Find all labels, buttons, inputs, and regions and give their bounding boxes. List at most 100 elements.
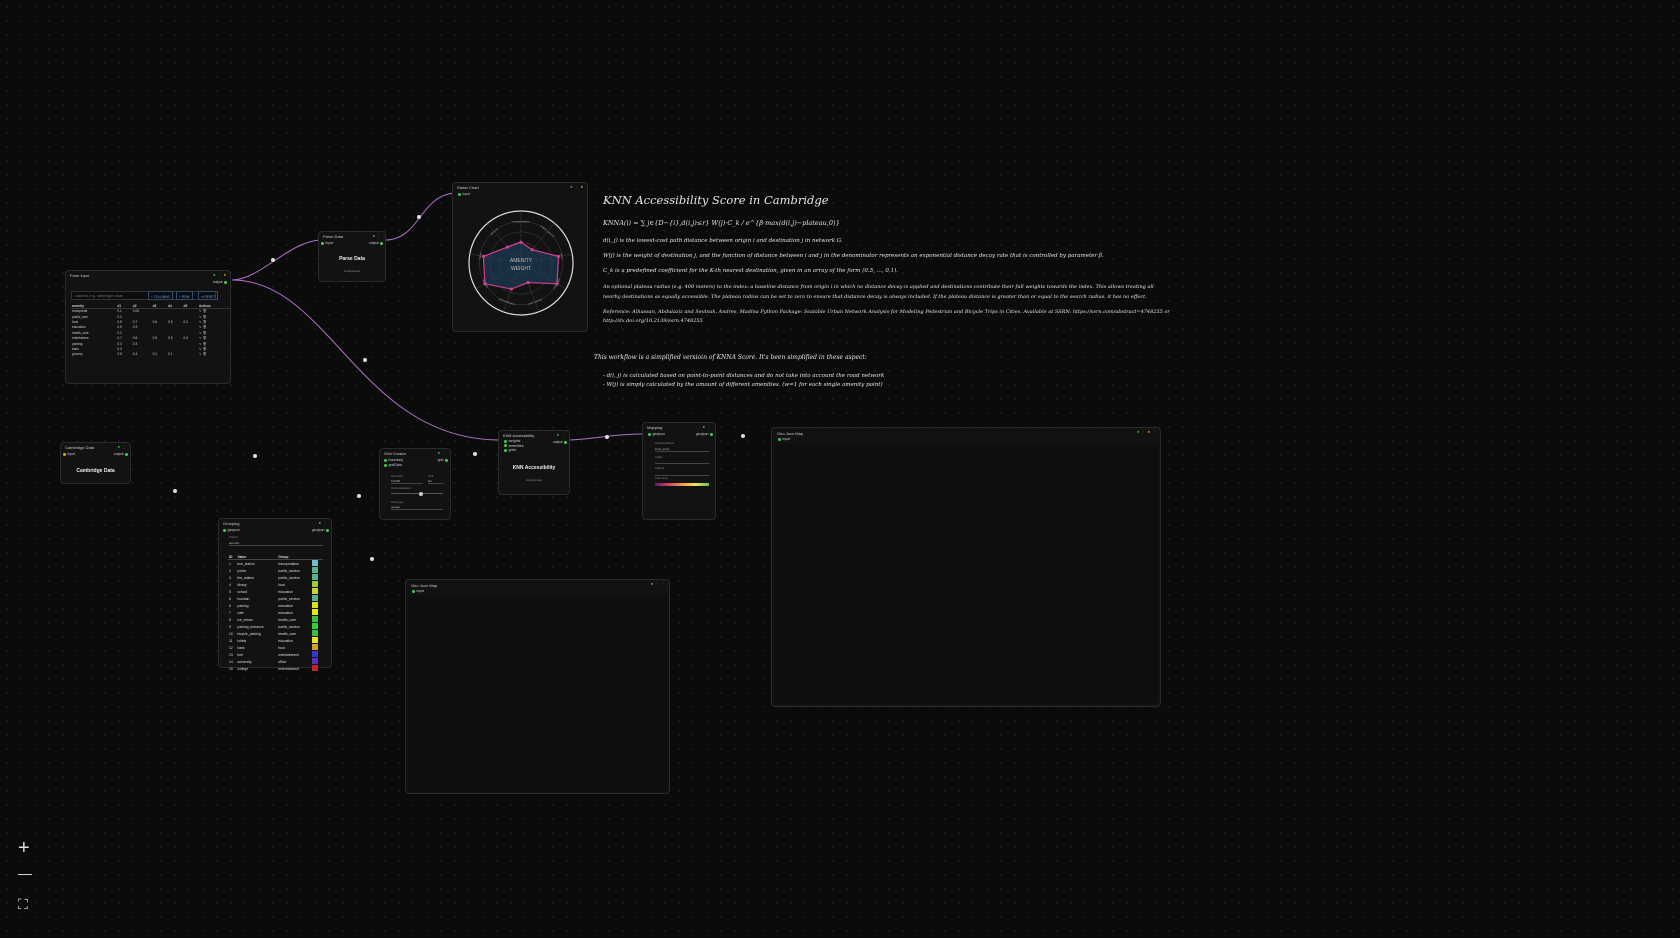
run-icon[interactable]: ● bbox=[438, 450, 440, 455]
port-dot-icon[interactable] bbox=[710, 432, 713, 436]
color-cell[interactable] bbox=[311, 602, 323, 609]
color-swatch[interactable] bbox=[312, 651, 319, 657]
run-icon[interactable]: ● bbox=[570, 184, 572, 189]
colors-field[interactable] bbox=[655, 461, 709, 464]
color-swatch[interactable] bbox=[312, 581, 319, 587]
menu-icon[interactable]: ⋮ bbox=[561, 432, 565, 437]
color-swatch[interactable] bbox=[312, 609, 319, 615]
wire-handle[interactable] bbox=[363, 358, 367, 362]
fit-view-button[interactable]: ⛶ bbox=[18, 897, 28, 911]
node-controls[interactable]: ● ⋮ ● bbox=[213, 272, 226, 277]
wire-handle[interactable] bbox=[357, 494, 361, 498]
menu-icon[interactable]: ⋮ bbox=[377, 233, 381, 238]
table-row[interactable]: 15 college entertainment bbox=[228, 665, 323, 672]
node-controls[interactable]: ● ⋮ bbox=[438, 450, 446, 455]
table-row[interactable]: 1 bus_station transportation bbox=[228, 560, 323, 568]
grouping-node[interactable]: Grouping ● ⋮ geojson geojson Column ameni… bbox=[218, 518, 332, 671]
run-icon[interactable]: ● bbox=[1137, 429, 1139, 434]
input-port-boundary[interactable]: boundary bbox=[384, 458, 403, 462]
table-row[interactable]: 10 bicycle_parking health_care bbox=[228, 630, 323, 637]
run-icon[interactable]: ● bbox=[118, 444, 120, 449]
output-port[interactable]: output bbox=[114, 452, 128, 456]
close-icon[interactable]: ⋮ bbox=[661, 581, 665, 586]
output-port[interactable]: geojson bbox=[696, 432, 713, 436]
port-dot-icon[interactable] bbox=[384, 458, 387, 462]
run-icon[interactable]: ● bbox=[319, 520, 321, 525]
port-dot-icon[interactable] bbox=[778, 437, 781, 441]
color-swatch[interactable] bbox=[312, 567, 319, 573]
port-dot-icon[interactable] bbox=[648, 432, 651, 436]
port-dot-icon[interactable] bbox=[223, 528, 226, 532]
column-search-input[interactable]: columns, e.g. name,type,value bbox=[71, 291, 216, 300]
color-cell[interactable] bbox=[311, 581, 323, 588]
color-cell[interactable] bbox=[311, 567, 323, 574]
reset-button[interactable]: ⟲ RESET bbox=[198, 291, 219, 300]
table-cell[interactable]: 0.2 bbox=[152, 352, 167, 357]
node-controls[interactable]: ● ⋮ bbox=[557, 432, 565, 437]
cambridge-data-node[interactable]: Cambridge Data ● ⋮ input output Cambridge… bbox=[60, 442, 131, 484]
port-dot-icon[interactable] bbox=[326, 528, 329, 532]
port-dot-icon[interactable] bbox=[224, 280, 227, 284]
input-port-weights[interactable]: weights bbox=[504, 439, 520, 443]
menu-icon[interactable]: ⋮ bbox=[707, 424, 711, 429]
color-cell[interactable] bbox=[311, 616, 323, 623]
wire-handle[interactable] bbox=[741, 434, 745, 438]
table-row[interactable]: 4 library food bbox=[228, 581, 323, 588]
wire-handle[interactable] bbox=[417, 215, 421, 219]
input-port[interactable]: input bbox=[778, 437, 790, 441]
run-icon[interactable]: ● bbox=[213, 272, 215, 277]
color-swatch[interactable] bbox=[312, 602, 319, 608]
table-row[interactable]: 11 toilets education bbox=[228, 637, 323, 644]
grid-type-select[interactable]: square bbox=[391, 505, 443, 510]
table-row[interactable]: 14 university office bbox=[228, 658, 323, 665]
knn-accessibility-node[interactable]: KNN Accessibility ● ⋮ weights amenities g… bbox=[498, 430, 570, 495]
grid-size-field[interactable]: 0.0200 bbox=[391, 479, 423, 484]
map-canvas[interactable] bbox=[408, 596, 667, 791]
node-controls[interactable]: ● ⋮ bbox=[319, 520, 327, 525]
table-row[interactable]: 2 police public_service bbox=[228, 567, 323, 574]
color-cell[interactable] bbox=[311, 658, 323, 665]
port-dot-icon[interactable] bbox=[412, 589, 415, 593]
input-port[interactable]: input bbox=[321, 241, 333, 245]
delete-icon[interactable]: 🗑 bbox=[202, 320, 207, 324]
input-port[interactable]: input bbox=[63, 452, 75, 456]
port-dot-icon[interactable] bbox=[504, 444, 507, 447]
output-port[interactable]: geojson bbox=[312, 528, 329, 532]
output-port[interactable]: grid bbox=[438, 458, 448, 462]
node-controls[interactable]: ● ⋮ bbox=[703, 424, 711, 429]
radar-chart-node[interactable]: Radar Chart ● ⋮ ● input transportation publ… bbox=[452, 182, 588, 332]
output-port[interactable]: output bbox=[553, 440, 567, 444]
color-cell[interactable] bbox=[311, 637, 323, 644]
node-controls[interactable]: ● ⋮ ⋮ bbox=[651, 581, 665, 586]
color-cell[interactable] bbox=[311, 665, 323, 672]
table-cell[interactable]: 0.1 bbox=[167, 352, 182, 357]
delete-icon[interactable]: 🗑 bbox=[202, 352, 207, 356]
wire-handle[interactable] bbox=[253, 454, 257, 458]
form-input-node[interactable]: Form Input ● ⋮ ● output columns, e.g. name… bbox=[65, 270, 231, 384]
attribute-select[interactable]: knna_score bbox=[655, 447, 709, 452]
delete-icon[interactable]: 🗑 bbox=[202, 331, 207, 335]
wire-handle[interactable] bbox=[473, 452, 477, 456]
port-dot-icon[interactable] bbox=[63, 452, 66, 456]
geojson-map-node-2[interactable]: Geo Json Map ● ⋮ ⋮ input bbox=[405, 579, 670, 794]
port-dot-icon[interactable] bbox=[445, 458, 448, 462]
color-ramp[interactable] bbox=[655, 483, 709, 486]
column-select[interactable]: amenity bbox=[229, 541, 323, 546]
color-swatch[interactable] bbox=[312, 630, 319, 636]
wire-handle[interactable] bbox=[605, 435, 609, 439]
port-dot-icon[interactable] bbox=[504, 439, 507, 443]
menu-icon[interactable]: ⋮ bbox=[575, 184, 579, 189]
menu-icon[interactable]: ⋮ bbox=[1142, 429, 1146, 434]
table-row[interactable]: 13 fuel entertainment bbox=[228, 651, 323, 658]
color-swatch[interactable] bbox=[312, 588, 319, 594]
color-swatch[interactable] bbox=[312, 644, 319, 650]
delete-icon[interactable]: 🗑 bbox=[202, 336, 207, 340]
color-swatch[interactable] bbox=[312, 560, 319, 566]
color-cell[interactable] bbox=[311, 609, 323, 616]
map-canvas[interactable] bbox=[774, 444, 1158, 704]
zoom-in-button[interactable]: + bbox=[18, 838, 30, 858]
run-icon[interactable]: ● bbox=[373, 233, 375, 238]
table-row[interactable]: 6 parking education bbox=[228, 602, 323, 609]
port-dot-icon[interactable] bbox=[504, 448, 507, 452]
menu-icon[interactable]: ⋮ bbox=[655, 581, 659, 586]
